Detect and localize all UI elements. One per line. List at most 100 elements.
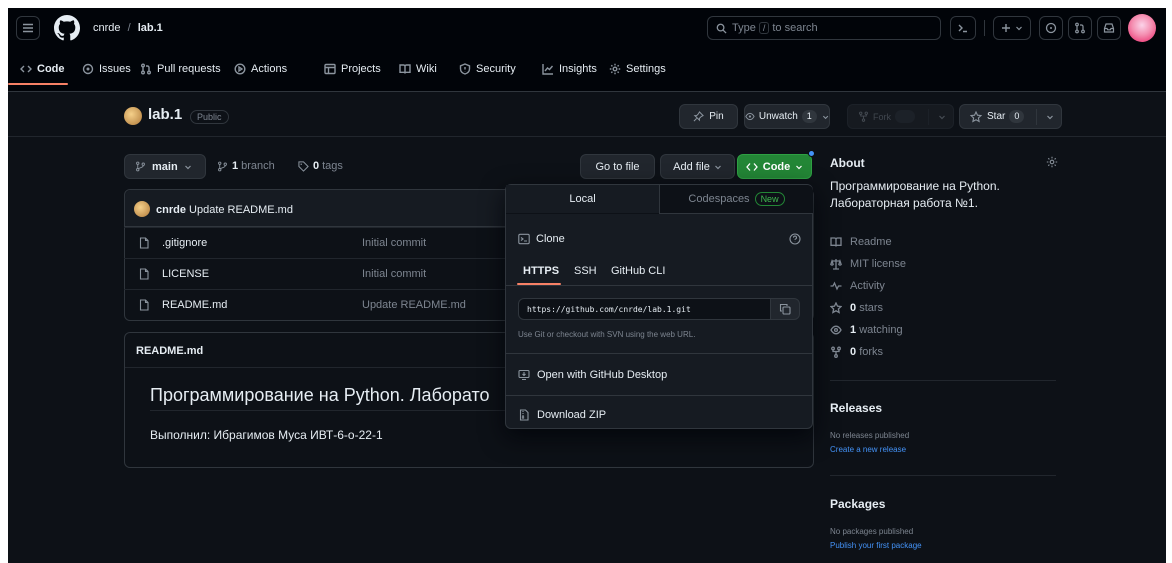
readme-file-label[interactable]: README.md	[136, 345, 203, 357]
breadcrumb-separator: /	[127, 22, 131, 34]
tab-wiki[interactable]: Wiki	[399, 56, 437, 82]
help-icon[interactable]	[789, 233, 801, 245]
file-row[interactable]: README.md Update README.md	[124, 289, 506, 320]
repo-name[interactable]: lab.1	[148, 106, 182, 123]
copy-icon	[779, 303, 791, 315]
breadcrumb-repo[interactable]: lab.1	[138, 22, 163, 34]
star-button[interactable]: Star 0	[959, 104, 1062, 129]
create-new-button[interactable]	[993, 16, 1031, 40]
tab-issues[interactable]: Issues	[82, 56, 131, 82]
readme-link[interactable]: Readme	[830, 236, 892, 248]
activity-link[interactable]: Activity	[830, 280, 885, 292]
unwatch-button[interactable]: Unwatch 1	[744, 104, 830, 129]
branches-link[interactable]: 1 branch	[217, 160, 275, 172]
menu-button[interactable]	[16, 16, 40, 40]
protocol-tab-ssh[interactable]: SSH	[574, 265, 597, 277]
table-icon	[324, 63, 336, 75]
create-release-link[interactable]: Create a new release	[830, 445, 906, 454]
file-commit-message[interactable]: Update README.md	[362, 299, 466, 311]
tab-code[interactable]: Code	[20, 56, 65, 82]
file-row[interactable]: LICENSE Initial commit	[124, 258, 506, 289]
add-file-button[interactable]: Add file	[660, 154, 735, 179]
clone-url-input[interactable]: https://github.com/cnrde/lab.1.git	[518, 298, 771, 320]
repo-header-divider	[8, 136, 1166, 137]
tab-local[interactable]: Local	[506, 185, 659, 214]
tag-icon	[298, 160, 309, 172]
releases-empty: No releases published	[830, 431, 910, 440]
tags-link[interactable]: 0 tags	[298, 160, 343, 172]
pull-requests-button[interactable]	[1068, 16, 1092, 40]
fork-icon	[859, 111, 868, 122]
github-logo-icon[interactable]	[54, 15, 80, 41]
stars-label: stars	[859, 302, 884, 314]
menu-divider	[506, 395, 812, 396]
file-name[interactable]: LICENSE	[162, 268, 362, 280]
pin-icon	[693, 111, 705, 122]
selected-tab-underline	[8, 83, 68, 85]
chevron-down-icon	[1047, 115, 1053, 120]
forks-count: 0	[850, 346, 857, 358]
commit-author[interactable]: cnrde	[156, 204, 186, 216]
protocol-tab-https[interactable]: HTTPS	[523, 265, 559, 277]
pin-button[interactable]: Pin	[679, 104, 738, 129]
branch-icon	[218, 161, 227, 171]
search-shortcut-key: /	[758, 22, 770, 34]
copy-url-button[interactable]	[770, 298, 800, 320]
terminal-box-icon	[518, 233, 530, 245]
sidebar-divider	[830, 380, 1056, 381]
issue-icon	[82, 63, 94, 75]
watching-label: watching	[859, 324, 903, 336]
forks-link[interactable]: 0 forks	[830, 346, 883, 358]
branch-select[interactable]: main	[124, 154, 206, 179]
unwatch-label: Unwatch	[758, 111, 798, 122]
watching-link[interactable]: 1 watching	[830, 324, 903, 336]
tab-insights[interactable]: Insights	[542, 56, 597, 82]
license-link[interactable]: MIT license	[830, 258, 906, 270]
file-row[interactable]: .gitignore Initial commit	[124, 227, 506, 258]
avatar[interactable]	[1128, 14, 1156, 42]
activity-link-label: Activity	[850, 280, 885, 292]
chevron-down-icon	[184, 165, 191, 169]
tab-projects[interactable]: Projects	[324, 56, 381, 82]
search-input[interactable]: Type / to search	[707, 16, 941, 40]
download-zip-item[interactable]: Download ZIP	[518, 409, 606, 421]
latest-commit: cnrde Update README.md	[156, 204, 293, 216]
file-name[interactable]: .gitignore	[162, 237, 362, 249]
file-icon	[139, 237, 149, 249]
tab-security[interactable]: Security	[459, 56, 516, 82]
github-window: cnrde / lab.1 Type / to search Code Issu…	[8, 8, 1166, 563]
stars-link[interactable]: 0 stars	[830, 302, 883, 314]
releases-title[interactable]: Releases	[830, 401, 882, 415]
tab-codespaces[interactable]: Codespaces New	[659, 185, 813, 214]
issues-button[interactable]	[1039, 16, 1063, 40]
inbox-button[interactable]	[1097, 16, 1121, 40]
go-to-file-button[interactable]: Go to file	[580, 154, 655, 179]
commit-message[interactable]: Update README.md	[189, 204, 293, 216]
command-palette-button[interactable]	[950, 16, 976, 40]
tab-settings[interactable]: Settings	[609, 56, 666, 82]
fork-button[interactable]: Fork	[847, 104, 954, 129]
tab-pull-requests[interactable]: Pull requests	[140, 56, 221, 82]
tab-codespaces-label: Codespaces	[688, 193, 750, 205]
code-button[interactable]: Code	[737, 154, 812, 179]
branch-name: main	[152, 160, 178, 173]
breadcrumb-owner[interactable]: cnrde	[93, 22, 121, 34]
fork-label: Fork	[873, 111, 891, 122]
protocol-tab-cli[interactable]: GitHub CLI	[611, 265, 665, 277]
gear-icon[interactable]	[1046, 156, 1058, 168]
file-commit-message[interactable]: Initial commit	[362, 268, 426, 280]
code-icon	[745, 162, 758, 171]
branch-label: branch	[241, 160, 275, 172]
file-name[interactable]: README.md	[162, 299, 362, 311]
sidebar-divider	[830, 475, 1056, 476]
publish-package-link[interactable]: Publish your first package	[830, 541, 922, 550]
code-button-notification-dot	[808, 150, 815, 157]
file-icon	[139, 299, 149, 311]
file-commit-message[interactable]: Initial commit	[362, 237, 426, 249]
packages-title[interactable]: Packages	[830, 497, 885, 511]
open-desktop-item[interactable]: Open with GitHub Desktop	[518, 369, 667, 381]
fork-icon	[831, 346, 841, 358]
star-icon	[970, 110, 982, 123]
book-icon	[399, 64, 411, 74]
tab-actions[interactable]: Actions	[234, 56, 287, 82]
